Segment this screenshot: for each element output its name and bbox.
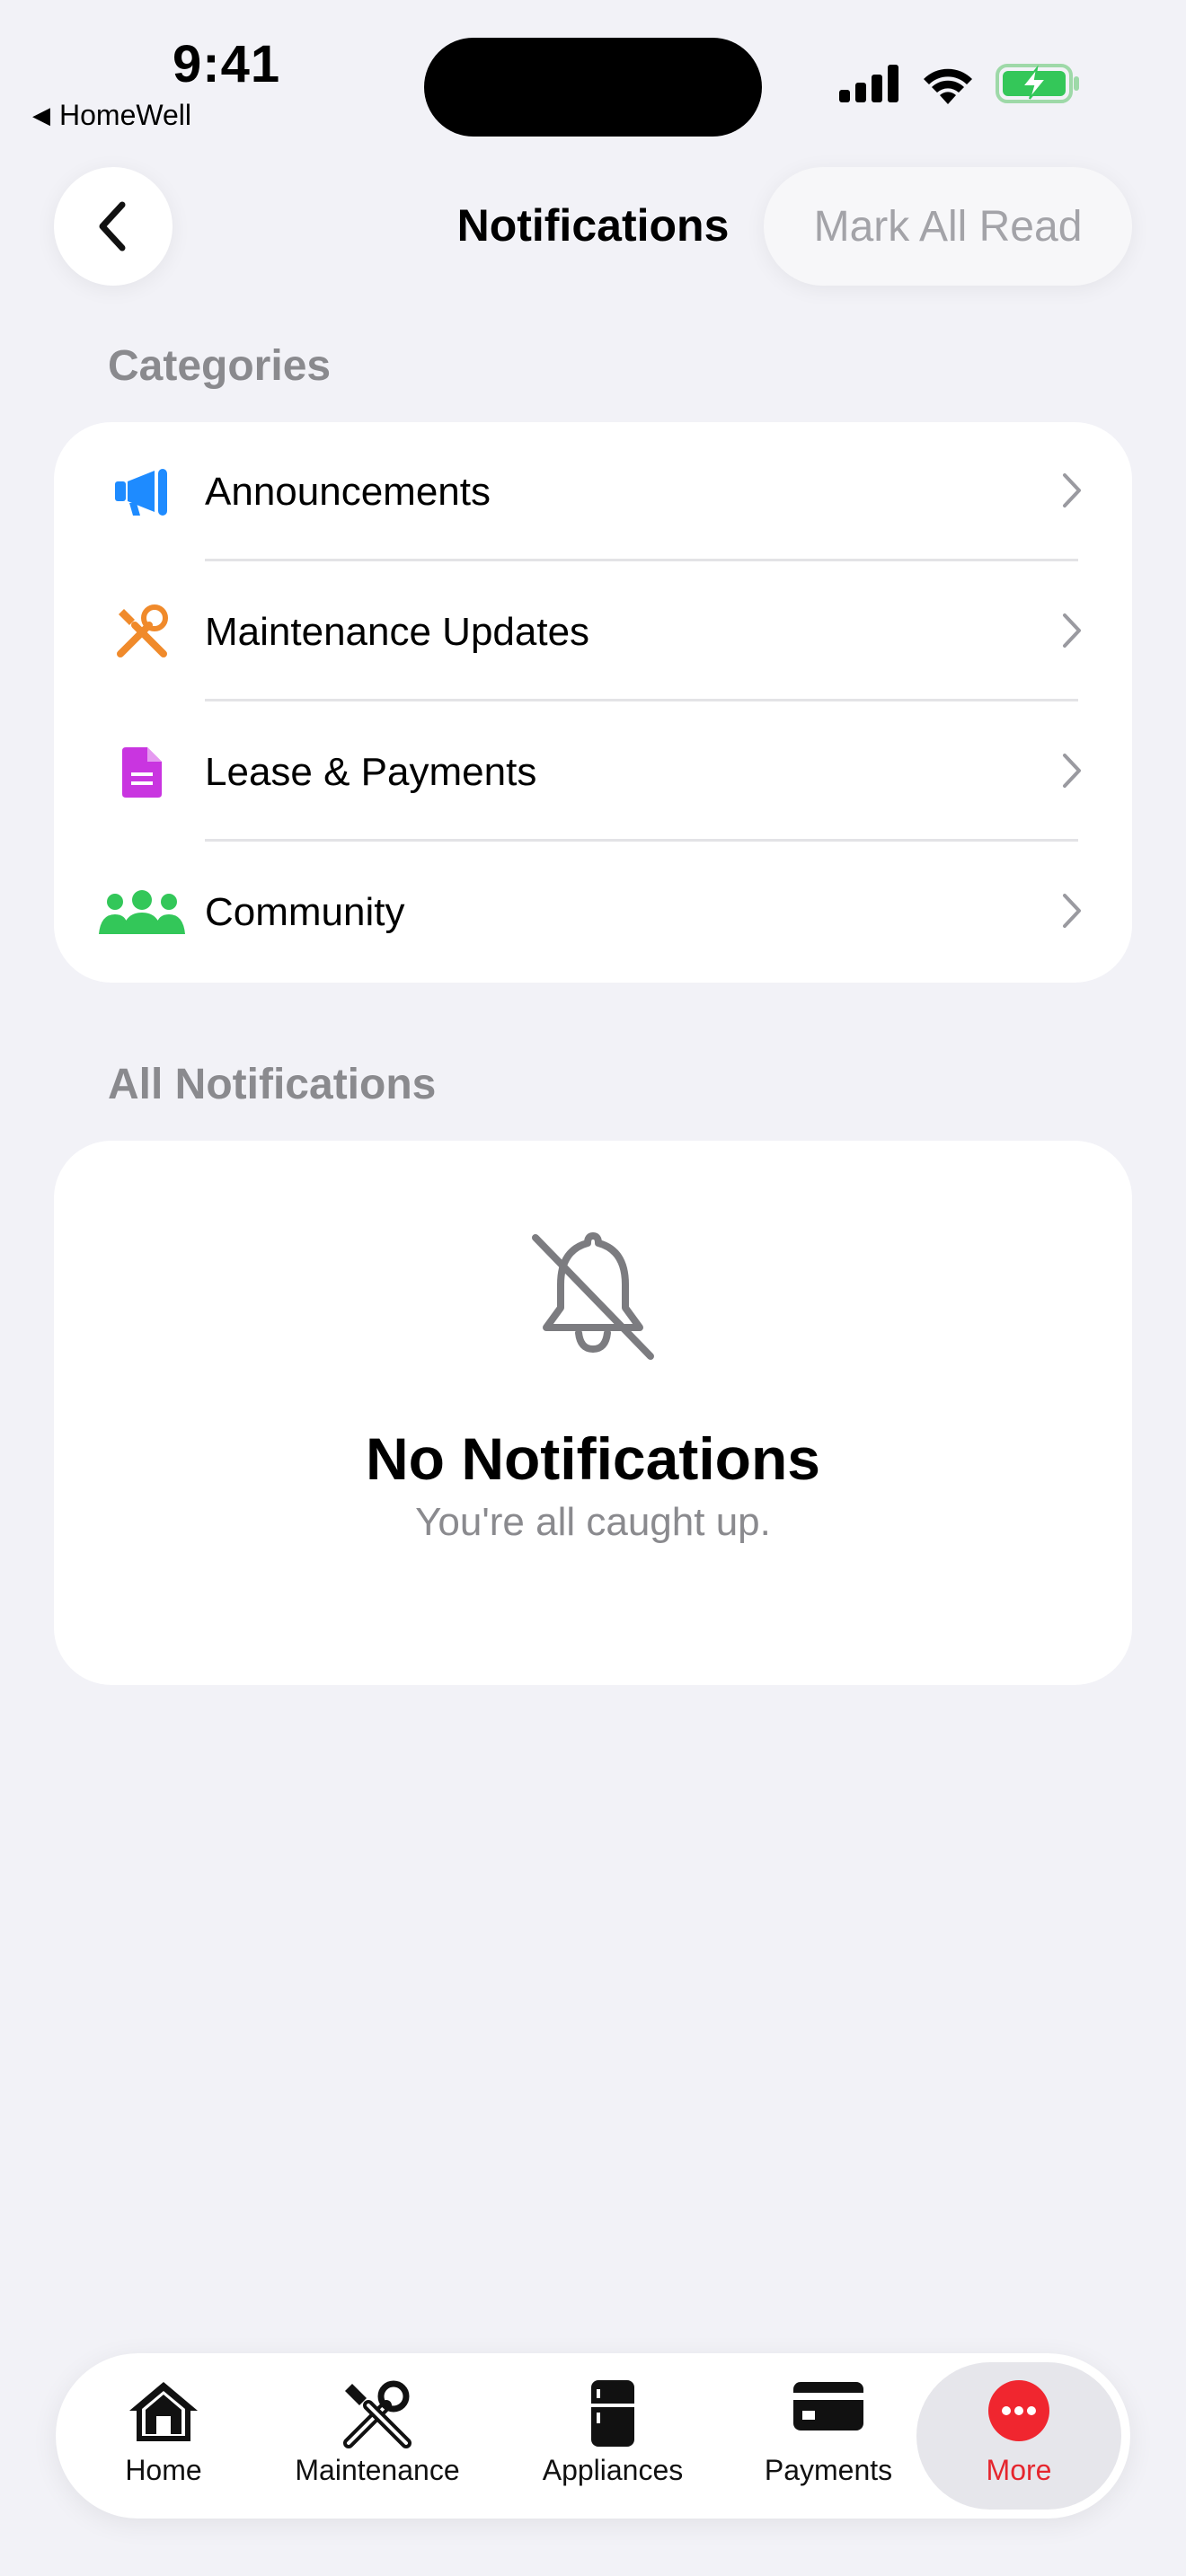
category-label: Announcements [205,470,491,514]
wifi-icon [924,68,972,104]
credit-card-icon [793,2382,863,2430]
categories-header: Categories [108,342,332,390]
home-icon [129,2382,198,2441]
categories-card: Announcements Maintenance Updates Lease … [54,422,1132,983]
divider [205,699,1078,701]
tab-label: Payments [764,2454,893,2486]
chevron-right-icon [1063,754,1081,788]
empty-state-title: No Notifications [366,1425,820,1492]
tab-maintenance[interactable]: Maintenance [288,2353,467,2519]
tab-label: Appliances [542,2454,684,2486]
tab-label: More [986,2454,1052,2486]
tab-label: Maintenance [295,2454,460,2486]
category-label: Maintenance Updates [205,610,590,654]
category-label: Lease & Payments [205,750,537,794]
bell-slash-icon [532,1232,654,1360]
back-triangle-icon: ◀ [32,101,50,128]
all-notifications-header: All Notifications [108,1061,437,1108]
empty-state-subtitle: You're all caught up. [415,1500,771,1544]
more-icon [988,2380,1049,2441]
tools-icon [99,589,185,675]
category-row-lease-payments[interactable]: Lease & Payments [54,702,1132,842]
back-to-app-link[interactable]: ◀ HomeWell [32,99,191,132]
tab-label: Home [125,2454,202,2486]
chevron-right-icon [1063,473,1081,507]
category-label: Community [205,890,405,934]
tab-payments[interactable]: Payments [748,2353,909,2519]
chevron-right-icon [1063,894,1081,928]
status-icons [839,63,1080,104]
document-icon [99,729,185,816]
mark-all-read-button[interactable]: Mark All Read [764,167,1132,286]
notifications-empty-card: No Notifications You're all caught up. [54,1141,1132,1685]
battery-charging-icon [996,64,1079,103]
category-row-announcements[interactable]: Announcements [54,422,1132,562]
dynamic-island [424,38,762,137]
divider [205,559,1078,561]
category-row-maintenance[interactable]: Maintenance Updates [54,562,1132,702]
tab-appliances[interactable]: Appliances [523,2353,703,2519]
tab-bar: Home Maintenance Appliances Payments Mor… [56,2353,1130,2519]
tools-icon [343,2380,412,2448]
status-time: 9:41 [173,35,281,93]
category-row-community[interactable]: Community [54,842,1132,983]
chevron-right-icon [1063,613,1081,648]
tab-home[interactable]: Home [92,2353,235,2519]
people-icon [99,869,185,956]
fridge-icon [591,2380,634,2447]
cellular-signal-icon [839,65,898,102]
divider [205,839,1078,842]
megaphone-icon [99,449,185,535]
tab-more[interactable]: More [916,2362,1121,2510]
back-app-label: HomeWell [59,99,191,131]
